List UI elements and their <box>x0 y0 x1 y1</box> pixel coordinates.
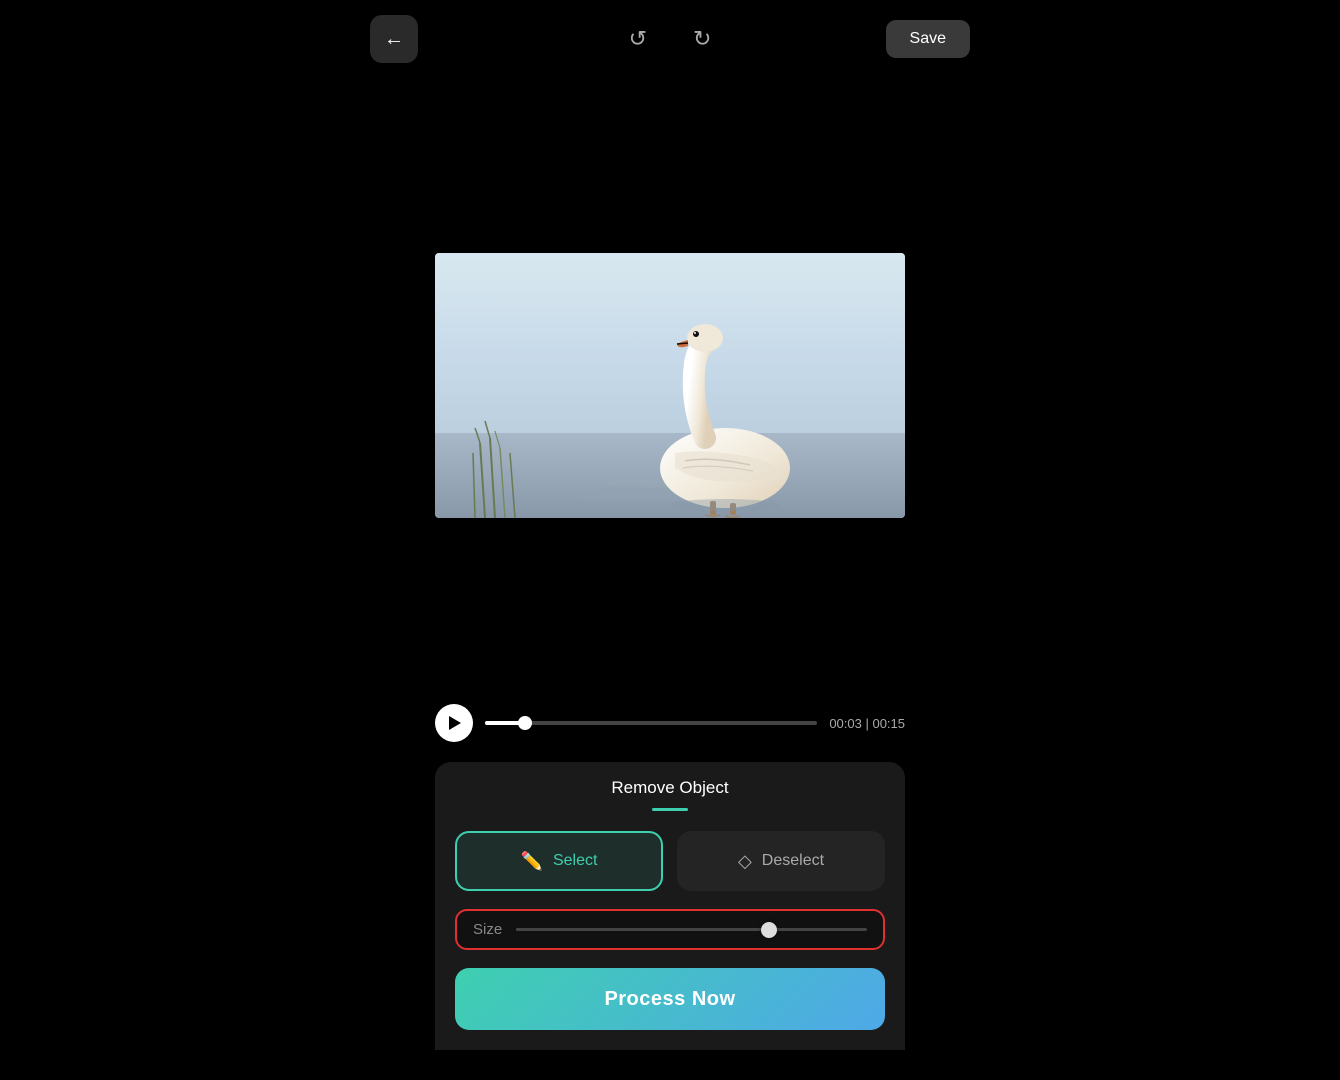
undo-icon: ↺ <box>629 26 647 51</box>
redo-icon: ↻ <box>693 26 711 51</box>
process-now-button[interactable]: Process Now <box>455 968 885 1030</box>
back-icon: ← <box>384 28 404 51</box>
toolbar-right: Save <box>886 20 970 58</box>
deselect-label: Deselect <box>762 852 824 870</box>
save-label: Save <box>910 30 946 47</box>
redo-button[interactable]: ↻ <box>685 18 719 60</box>
size-slider[interactable] <box>516 928 867 931</box>
timeline-track[interactable] <box>485 721 817 725</box>
tool-buttons: ✏️ Select ◇ Deselect <box>455 831 885 891</box>
toolbar-center: ↺ ↻ <box>621 18 720 60</box>
remove-object-panel: Remove Object ✏️ Select ◇ Deselect Size … <box>435 762 905 1050</box>
brush-icon: ✏️ <box>521 851 543 872</box>
back-button[interactable]: ← <box>370 15 418 63</box>
play-button[interactable] <box>435 704 473 742</box>
timeline: 00:03 | 00:15 <box>435 692 905 754</box>
timeline-thumb <box>518 716 532 730</box>
play-icon <box>449 716 461 730</box>
video-area <box>0 78 1340 692</box>
toolbar-left: ← <box>370 15 418 63</box>
deselect-button[interactable]: ◇ Deselect <box>677 831 885 891</box>
toolbar: ← ↺ ↻ Save <box>0 0 1340 78</box>
save-button[interactable]: Save <box>886 20 970 58</box>
slider-fill <box>516 928 769 931</box>
undo-button[interactable]: ↺ <box>621 18 655 60</box>
panel-indicator <box>652 808 688 811</box>
eraser-icon: ◇ <box>738 851 752 872</box>
video-frame <box>435 253 905 518</box>
select-button[interactable]: ✏️ Select <box>455 831 663 891</box>
video-content <box>435 253 905 518</box>
select-label: Select <box>553 852 597 870</box>
bottom-panel: 00:03 | 00:15 Remove Object ✏️ Select ◇ … <box>435 692 905 1050</box>
size-row: Size <box>455 909 885 950</box>
size-label: Size <box>473 921 502 938</box>
panel-title: Remove Object <box>455 778 885 798</box>
process-label: Process Now <box>604 988 735 1010</box>
time-display: 00:03 | 00:15 <box>829 716 905 731</box>
slider-thumb <box>761 922 777 938</box>
